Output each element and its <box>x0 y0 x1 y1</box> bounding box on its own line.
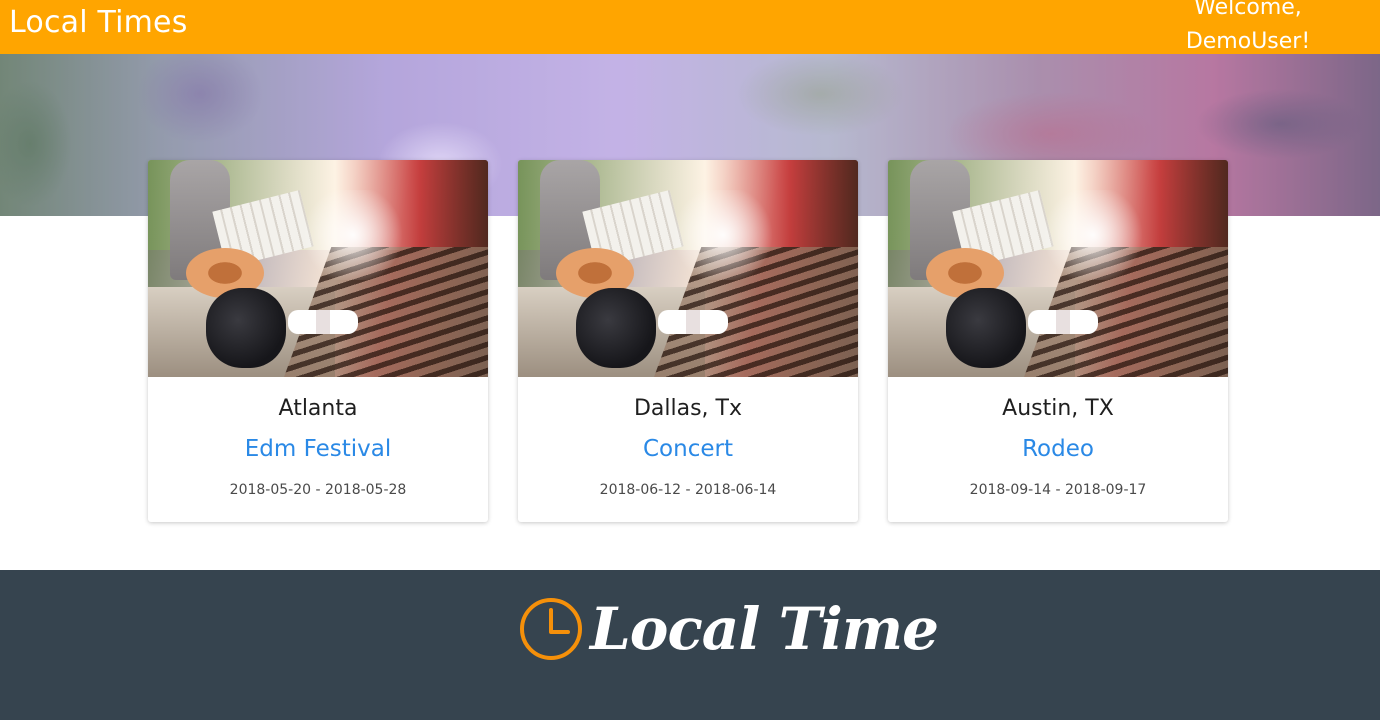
welcome-message: Welcome, DemoUser! <box>1185 0 1311 54</box>
footer-logo: Local Time <box>518 594 939 664</box>
event-city: Dallas, Tx <box>633 396 743 421</box>
top-navbar: Local Times Welcome, DemoUser! <box>0 0 1380 54</box>
event-image <box>888 160 1228 377</box>
event-city: Austin, TX <box>1002 396 1114 421</box>
event-dates: 2018-06-12 - 2018-06-14 <box>599 482 777 498</box>
event-name-link[interactable]: Concert <box>518 436 858 462</box>
event-image <box>148 160 488 377</box>
event-dates: 2018-05-20 - 2018-05-28 <box>229 482 407 498</box>
footer-brand: Local Time <box>590 595 939 663</box>
clock-icon <box>520 598 582 660</box>
event-card-austin[interactable]: Austin, TX Rodeo 2018-09-14 - 2018-09-17 <box>888 160 1228 522</box>
event-name-link[interactable]: Rodeo <box>888 436 1228 462</box>
event-name-link[interactable]: Edm Festival <box>148 436 488 462</box>
event-image <box>518 160 858 377</box>
brand-link[interactable]: Local Times <box>9 5 188 40</box>
footer: Local Time <box>0 570 1380 720</box>
event-dates: 2018-09-14 - 2018-09-17 <box>969 482 1147 498</box>
event-city: Atlanta <box>278 396 358 421</box>
event-card-atlanta[interactable]: Atlanta Edm Festival 2018-05-20 - 2018-0… <box>148 160 488 522</box>
event-card-dallas[interactable]: Dallas, Tx Concert 2018-06-12 - 2018-06-… <box>518 160 858 522</box>
